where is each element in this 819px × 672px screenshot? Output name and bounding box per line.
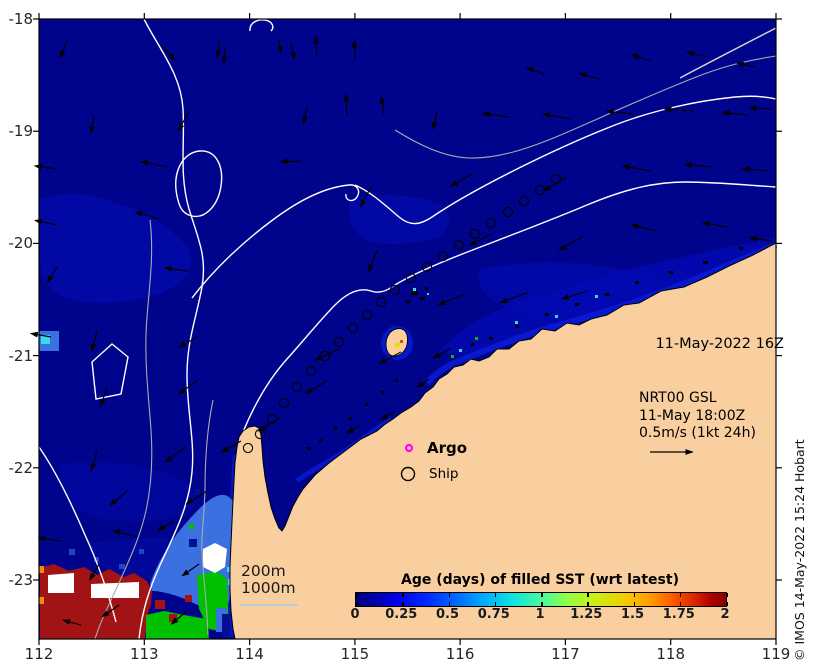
colorbar-tick: [494, 602, 497, 606]
colorbar-title: Age (days) of filled SST (wrt latest): [401, 572, 679, 588]
colorbar-tick: [356, 593, 358, 597]
contour-1000m-line-sample: [240, 604, 298, 606]
x-tick-label: 113: [129, 645, 159, 663]
colorbar-tick: [633, 602, 635, 606]
x-tick-label: 112: [24, 645, 54, 663]
x-tick-label: 114: [235, 645, 264, 663]
y-tick-label: -22: [8, 458, 34, 477]
figure-root: 11-May-2022 16Z NRT00 GSL 11-May 18:00Z …: [0, 0, 819, 672]
colorbar-tick: [587, 593, 589, 597]
map-datetime-label: 11-May-2022 16Z: [655, 336, 784, 352]
x-tick-label: 117: [551, 645, 580, 663]
colorbar-tick: [402, 602, 404, 606]
colorbar-tick: [679, 593, 682, 597]
vector-scale-label: 0.5m/s (1kt 24h): [639, 425, 756, 441]
colorbar-tick: [448, 602, 450, 606]
colorbar-tick-label: 0.75: [477, 607, 510, 622]
colorbar-tick: [494, 593, 497, 597]
x-tick-label: 116: [445, 645, 475, 663]
colorbar-tick-label: 1.25: [570, 607, 603, 622]
map-canvas: [29, 13, 782, 645]
colorbar-tick: [633, 593, 635, 597]
colorbar-tick: [726, 593, 728, 597]
colorbar-tick-label: 1: [535, 607, 545, 622]
y-tick-label: -21: [8, 346, 34, 365]
x-tick-label: 115: [340, 645, 370, 663]
y-tick-label: -18: [8, 10, 34, 28]
y-tick-label: -19: [8, 122, 34, 141]
ship-legend-label: Ship: [429, 466, 459, 482]
colorbar-tick-label: 1.75: [662, 607, 695, 622]
model-name-label: NRT00 GSL: [639, 390, 717, 406]
copyright-label: © IMOS 14-May-2022 15:24 Hobart: [792, 439, 807, 661]
colorbar-tick-label: 2: [720, 607, 730, 622]
x-tick-label: 118: [656, 645, 685, 663]
colorbar-tick: [587, 602, 589, 606]
y-tick-label: -23: [8, 571, 34, 589]
x-tick-label: 119: [761, 645, 791, 663]
colorbar-tick: [541, 602, 543, 606]
colorbar-tick: [679, 602, 682, 606]
argo-legend-label: Argo: [427, 439, 468, 457]
colorbar-gradient: [355, 592, 728, 607]
colorbar-tick: [448, 593, 450, 597]
colorbar-tick: [726, 602, 728, 606]
contour-200m-label: 200m: [241, 562, 286, 580]
model-time-label: 11-May 18:00Z: [639, 407, 746, 424]
contour-depth-key: 200m 1000m: [241, 563, 296, 597]
colorbar-tick-label: 1.5: [620, 607, 645, 622]
contour-1000m-label: 1000m: [241, 579, 296, 597]
y-tick-label: -20: [8, 234, 34, 253]
colorbar-tick: [356, 602, 358, 606]
colorbar-tick: [541, 593, 543, 597]
colorbar-tick-label: 0.5: [435, 607, 460, 622]
colorbar-tick: [402, 593, 404, 597]
colorbar-tick-label: 0: [350, 607, 360, 622]
colorbar-tick-label: 0.25: [385, 607, 418, 622]
model-info-block: NRT00 GSL 11-May 18:00Z 0.5m/s (1kt 24h): [639, 390, 756, 443]
